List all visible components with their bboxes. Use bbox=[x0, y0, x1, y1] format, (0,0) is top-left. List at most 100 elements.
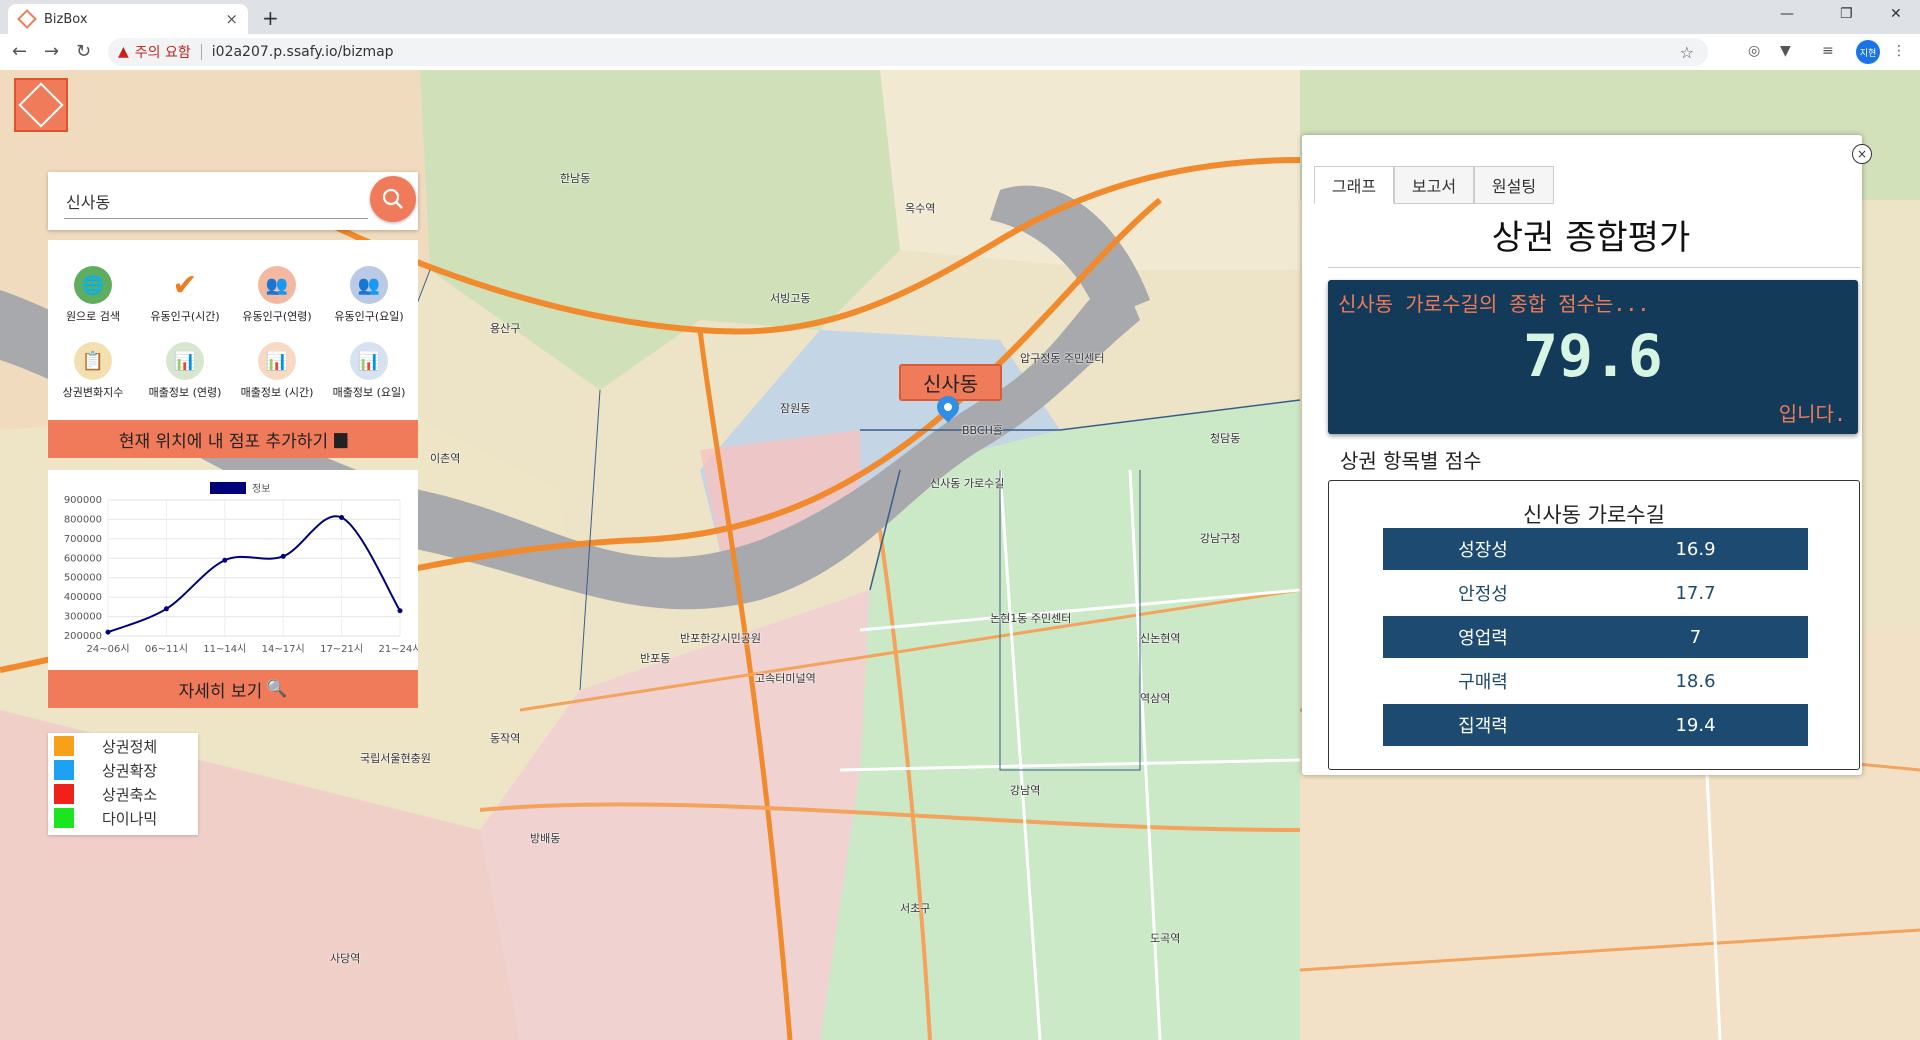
bar-chart-icon: 📊 bbox=[350, 342, 388, 380]
security-warning[interactable]: 주의 요함 bbox=[135, 42, 191, 62]
add-store-button[interactable]: 현재 위치에 내 점포 추가하기 ▆ bbox=[48, 420, 418, 458]
data-point bbox=[339, 514, 345, 520]
score-row: 구매력 18.6 bbox=[1383, 660, 1808, 702]
y-tick-label: 200000 bbox=[64, 631, 102, 642]
reload-icon[interactable]: ↻ bbox=[76, 41, 91, 62]
map-label: 동작역 bbox=[490, 732, 521, 745]
browser-tab[interactable]: BizBox × bbox=[8, 4, 248, 34]
map-label: 신논현역 bbox=[1140, 632, 1181, 645]
bar-chart-icon: 📊 bbox=[166, 342, 204, 380]
warning-icon: ▲ bbox=[118, 44, 129, 60]
profile-avatar[interactable]: 지현 bbox=[1856, 40, 1880, 64]
map-label: 옥수역 bbox=[905, 202, 936, 215]
map-label: 방배동 bbox=[530, 832, 561, 845]
legend-label: 정보 bbox=[252, 483, 270, 495]
detail-button[interactable]: 자세히 보기 🔍 bbox=[48, 670, 418, 708]
new-tab-button[interactable]: + bbox=[262, 6, 279, 30]
menu-kebab-icon[interactable]: ⋮ bbox=[1892, 43, 1906, 59]
score-name: 안정성 bbox=[1458, 584, 1508, 605]
bizbox-logo[interactable] bbox=[14, 78, 68, 132]
tab-close-icon[interactable]: × bbox=[225, 10, 238, 28]
y-tick-label: 400000 bbox=[64, 592, 102, 603]
menu-population-day[interactable]: 👥 유동인구(요일) bbox=[324, 266, 414, 336]
window-close-icon[interactable]: ✕ bbox=[1890, 6, 1902, 22]
people-icon: 👥 bbox=[258, 266, 296, 304]
legend-swatch bbox=[54, 760, 74, 780]
menu-sales-day[interactable]: 📊 매출정보 (요일) bbox=[324, 342, 414, 412]
add-store-label: 현재 위치에 내 점포 추가하기 bbox=[118, 431, 329, 452]
legend-swatch bbox=[54, 736, 74, 756]
data-point bbox=[163, 606, 169, 612]
legend-item: 상권축소 bbox=[54, 783, 157, 805]
map-label: 서초구 bbox=[900, 902, 931, 915]
map-label: 역삼역 bbox=[1140, 692, 1171, 705]
bookmark-star-icon[interactable]: ☆ bbox=[1680, 43, 1694, 62]
score-row: 집객력 19.4 bbox=[1383, 704, 1808, 746]
detail-label: 자세히 보기 bbox=[178, 681, 263, 702]
url-text[interactable]: i02a207.p.ssafy.io/bizmap bbox=[212, 44, 394, 60]
legend-item: 상권정체 bbox=[54, 735, 157, 757]
tab-consulting[interactable]: 원설팅 bbox=[1474, 166, 1554, 204]
score-value: 16.9 bbox=[1675, 538, 1716, 560]
maximize-icon[interactable]: ❐ bbox=[1840, 6, 1853, 22]
forward-icon[interactable]: → bbox=[44, 41, 59, 62]
media-icon[interactable]: ≡ bbox=[1822, 43, 1834, 59]
score-value: 7 bbox=[1689, 626, 1702, 648]
url-field[interactable]: ▲ 주의 요함 i02a207.p.ssafy.io/bizmap ☆ bbox=[108, 38, 1708, 66]
y-tick-label: 300000 bbox=[64, 612, 102, 623]
map-label: 압구정동 주민센터 bbox=[1020, 352, 1105, 365]
legend-label: 상권축소 bbox=[102, 785, 158, 804]
score-name: 성장성 bbox=[1458, 540, 1508, 561]
tab-report[interactable]: 보고서 bbox=[1394, 166, 1474, 204]
menu-label: 유동인구(연령) bbox=[242, 310, 312, 323]
menu-sales-age[interactable]: 📊 매출정보 (연령) bbox=[140, 342, 230, 412]
map-label: 사당역 bbox=[330, 952, 361, 965]
x-tick-label: 24~06시 bbox=[86, 643, 129, 655]
map-label: 강남역 bbox=[1010, 784, 1041, 797]
title-divider bbox=[1328, 267, 1860, 268]
score-name: 구매력 bbox=[1458, 672, 1508, 693]
globe-icon: 🌐 bbox=[74, 266, 112, 304]
back-icon[interactable]: ← bbox=[12, 41, 27, 62]
y-tick-label: 900000 bbox=[64, 495, 102, 506]
menu-change-index[interactable]: 📋 상권변화지수 bbox=[48, 342, 138, 412]
check-icon: ✔ bbox=[172, 267, 198, 303]
minimize-icon[interactable]: — bbox=[1780, 6, 1794, 22]
bar-chart-icon: 📊 bbox=[258, 342, 296, 380]
search-input[interactable] bbox=[64, 184, 368, 219]
address-bar: ← → ↻ ▲ 주의 요함 i02a207.p.ssafy.io/bizmap … bbox=[0, 34, 1920, 71]
tab-graph[interactable]: 그래프 bbox=[1314, 166, 1394, 204]
x-tick-label: 21~24시 bbox=[378, 643, 418, 655]
search-icon bbox=[382, 188, 403, 209]
map-label: 고속터미널역 bbox=[755, 672, 816, 685]
map-label: 용산구 bbox=[490, 322, 521, 335]
score-tail: 입니다. bbox=[1778, 402, 1846, 426]
y-tick-label: 500000 bbox=[64, 573, 102, 584]
menu-label: 매출정보 (시간) bbox=[240, 386, 314, 399]
report-icon: 📋 bbox=[74, 342, 112, 380]
score-heading: 신사동 가로수길의 종합 점수는... bbox=[1338, 292, 1650, 316]
menu-sales-time[interactable]: 📊 매출정보 (시간) bbox=[232, 342, 322, 412]
map-label: 한남동 bbox=[560, 172, 591, 185]
map-label: 국립서울현충원 bbox=[360, 752, 431, 765]
data-point bbox=[222, 557, 228, 563]
map-label: 도곡역 bbox=[1150, 932, 1181, 945]
menu-population-time[interactable]: ✔ 유동인구(시간) bbox=[140, 266, 230, 336]
total-score: 79.6 bbox=[1523, 322, 1663, 390]
population-chart: 정보 900000 800000 700000 600000 500000 400000 30… bbox=[48, 470, 422, 670]
map-label: 강남구청 bbox=[1200, 532, 1241, 545]
score-name: 영업력 bbox=[1458, 628, 1508, 649]
menu-population-age[interactable]: 👥 유동인구(연령) bbox=[232, 266, 322, 336]
legend-item: 다이나믹 bbox=[54, 807, 157, 829]
store-icon: ▆ bbox=[334, 429, 348, 449]
vue-devtools-icon[interactable]: ▼ bbox=[1780, 43, 1791, 59]
menu-circle-search[interactable]: 🌐 원으로 검색 bbox=[48, 266, 138, 336]
panel-close-icon[interactable]: × bbox=[1852, 144, 1872, 164]
data-point bbox=[105, 629, 111, 635]
url-separator bbox=[200, 44, 202, 60]
area-name: 신사동 가로수길 bbox=[1523, 503, 1665, 527]
extension-icon[interactable]: ◎ bbox=[1748, 43, 1760, 59]
search-button[interactable] bbox=[370, 176, 416, 222]
map-label: 신사동 가로수길 bbox=[930, 477, 1005, 490]
tab-title: BizBox bbox=[44, 11, 88, 27]
